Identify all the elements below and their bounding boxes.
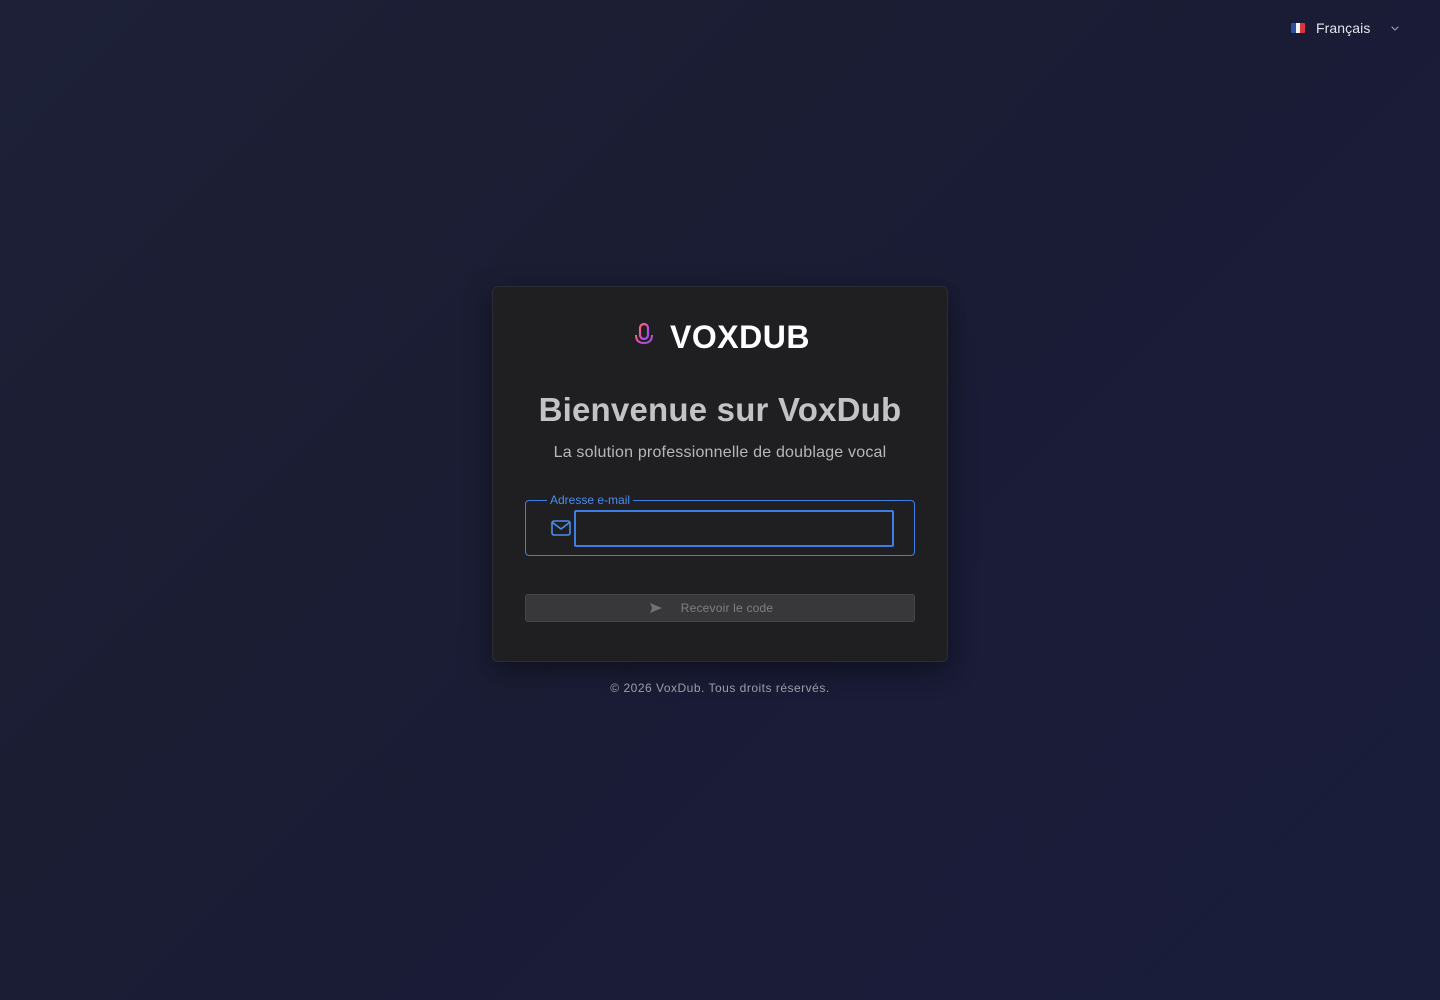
language-label: Français <box>1316 20 1371 36</box>
receive-code-label: Recevoir le code <box>680 601 774 615</box>
email-input[interactable] <box>574 510 894 547</box>
chevron-down-icon <box>1390 23 1400 33</box>
send-icon <box>649 602 663 614</box>
footer-copyright: © 2026 VoxDub. Tous droits réservés. <box>610 681 830 695</box>
brand-name: VOXDUB <box>670 318 810 355</box>
page-title: Bienvenue sur VoxDub <box>538 391 902 428</box>
mail-icon <box>551 520 571 536</box>
brand-logo: VOXDUB <box>493 317 947 357</box>
microphone-icon <box>630 320 664 354</box>
email-field: Adresse e-mail <box>525 492 915 556</box>
page-subtitle: La solution professionnelle de doublage … <box>553 444 887 461</box>
login-card: VOXDUB Bienvenue sur VoxDub La solution … <box>492 286 948 662</box>
receive-code-button[interactable]: Recevoir le code <box>525 594 915 622</box>
email-field-label: Adresse e-mail <box>547 492 634 508</box>
france-flag-icon <box>1291 23 1305 33</box>
language-selector[interactable]: Français <box>1280 14 1410 42</box>
